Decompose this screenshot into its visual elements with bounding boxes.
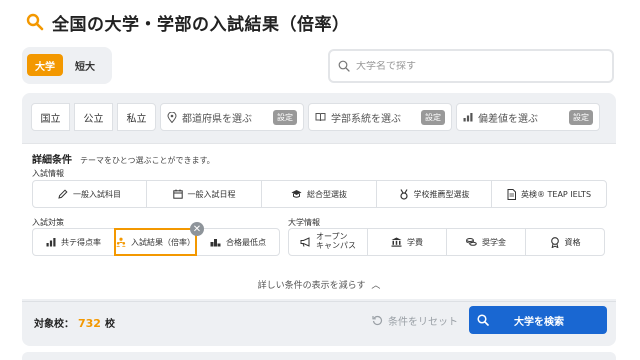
deviation-picker[interactable]: 偏差値を選ぶ 設定: [456, 103, 600, 131]
collapse-label: 詳しい条件の表示を減らす: [257, 281, 366, 291]
option-tuition[interactable]: 学費: [367, 228, 447, 256]
exam-info-options: 一般入試科目 一般入試日程 総合型選抜 学校推薦型選抜 英検® TEAP IEL…: [32, 180, 607, 208]
option-label-line1: オープン: [316, 232, 348, 242]
detail-heading: 詳細条件: [32, 155, 72, 166]
reset-icon: [372, 315, 383, 326]
reset-label: 条件をリセット: [388, 317, 458, 328]
option-label: 一般入試日程: [187, 189, 236, 199]
detail-header: 詳細条件 テーマをひとつ選ぶことができます。: [32, 151, 215, 166]
coins-icon: [466, 238, 477, 246]
option-label-line2: キャンパス: [316, 241, 356, 250]
option-open-campus[interactable]: オープン キャンパス: [288, 228, 368, 256]
filter-public[interactable]: 公立: [74, 103, 113, 131]
exam-measures-options: 共テ得点率 入試結果（倍率） 合格最低点: [32, 228, 280, 256]
bar-chart-icon: [46, 238, 56, 247]
search-input[interactable]: [356, 60, 596, 72]
search-university-button[interactable]: 大学を検索: [469, 306, 607, 334]
document-icon: [507, 188, 516, 200]
option-label: 一般入試科目: [73, 189, 121, 199]
option-comprehensive[interactable]: 総合型選抜: [261, 180, 377, 208]
school-type-tabs: 大学 短大: [22, 47, 112, 84]
filter-panel: 国立 公立 私立 都道府県を選ぶ 設定 学部系統を選ぶ 設定 偏差値を選ぶ 設定…: [22, 93, 616, 346]
megaphone-icon: [300, 237, 310, 247]
count-label: 対象校：: [34, 319, 74, 330]
podium-icon: [210, 239, 221, 247]
reset-button[interactable]: 条件をリセット: [372, 313, 458, 328]
option-exam-results-ratio[interactable]: 入試結果（倍率）: [114, 228, 197, 256]
detail-conditions: 詳細条件 テーマをひとつ選ぶことができます。 入試情報 一般入試科目 一般入試日…: [22, 143, 616, 299]
count-unit: 校: [104, 319, 115, 330]
option-label: 共テ得点率: [61, 237, 101, 247]
deviation-picker-label: 偏差値を選ぶ: [478, 113, 538, 125]
page-title: 全国の大学・学部の入試結果（倍率）: [52, 14, 350, 35]
search-icon: [26, 13, 44, 31]
bar-chart-icon: [463, 113, 473, 122]
results-section-edge: [22, 352, 616, 360]
option-label: 英検® TEAP IELTS: [520, 189, 592, 199]
result-count: 対象校： 732 校: [34, 315, 115, 330]
basic-filters: 国立 公立 私立 都道府県を選ぶ 設定 学部系統を選ぶ 設定 偏差値を選ぶ 設定: [31, 103, 600, 131]
faculty-picker-label: 学部系統を選ぶ: [331, 113, 401, 125]
option-common-test-rate[interactable]: 共テ得点率: [32, 228, 115, 256]
collapse-details-link[interactable]: 詳しい条件の表示を減らす ︿: [22, 278, 616, 291]
search-icon: [477, 314, 489, 326]
tab-university[interactable]: 大学: [27, 54, 63, 76]
calendar-icon: [172, 189, 183, 199]
search-button-label: 大学を検索: [514, 316, 564, 328]
chevron-up-icon: ︿: [371, 281, 381, 291]
filter-private[interactable]: 私立: [117, 103, 156, 131]
university-search-box: [328, 49, 614, 83]
count-value: 732: [78, 317, 101, 330]
detail-subheading: テーマをひとつ選ぶことができます。: [80, 156, 215, 165]
graduation-cap-icon: [291, 190, 302, 198]
option-label: 資格: [564, 237, 581, 247]
deviation-setting-badge[interactable]: 設定: [569, 109, 593, 125]
exam-info-label: 入試情報: [32, 169, 64, 178]
clear-selection-button[interactable]: ✕: [190, 222, 204, 236]
option-general-subjects[interactable]: 一般入試科目: [32, 180, 147, 208]
option-general-schedule[interactable]: 一般入試日程: [146, 180, 262, 208]
search-icon: [338, 60, 350, 72]
tab-junior-college[interactable]: 短大: [67, 54, 103, 76]
exam-measures-label: 入試対策: [32, 218, 64, 227]
option-scholarship[interactable]: 奨学金: [446, 228, 526, 256]
prefecture-picker-label: 都道府県を選ぶ: [182, 113, 252, 125]
people-icon: [116, 237, 126, 247]
map-pin-icon: [167, 111, 177, 123]
option-school-recommendation[interactable]: 学校推薦型選抜: [376, 180, 492, 208]
option-label: 学校推薦型選抜: [413, 189, 470, 199]
prefecture-picker[interactable]: 都道府県を選ぶ 設定: [160, 103, 304, 131]
bank-icon: [391, 237, 402, 247]
certificate-icon: [550, 236, 559, 248]
univ-info-label: 大学情報: [288, 218, 320, 227]
medal-icon: [399, 188, 408, 200]
pencil-icon: [58, 189, 68, 199]
filter-national[interactable]: 国立: [31, 103, 70, 131]
option-label: 総合型選抜: [307, 189, 347, 199]
prefecture-setting-badge[interactable]: 設定: [273, 109, 297, 125]
faculty-setting-badge[interactable]: 設定: [421, 109, 445, 125]
option-english-tests[interactable]: 英検® TEAP IELTS: [491, 180, 607, 208]
faculty-picker[interactable]: 学部系統を選ぶ 設定: [308, 103, 452, 131]
option-label: 奨学金: [482, 237, 506, 247]
option-label: 学費: [407, 237, 423, 247]
univ-info-options: オープン キャンパス 学費 奨学金 資格: [288, 228, 605, 256]
option-label: 合格最低点: [226, 237, 266, 247]
result-bar: 対象校： 732 校 条件をリセット 大学を検索: [22, 301, 616, 346]
option-minimum-passing-score[interactable]: 合格最低点: [196, 228, 280, 256]
book-icon: [315, 113, 326, 122]
page-header: 全国の大学・学部の入試結果（倍率）: [26, 10, 350, 35]
option-label: 入試結果（倍率）: [131, 237, 195, 247]
option-label: オープン キャンパス: [316, 232, 356, 251]
option-qualifications[interactable]: 資格: [525, 228, 605, 256]
